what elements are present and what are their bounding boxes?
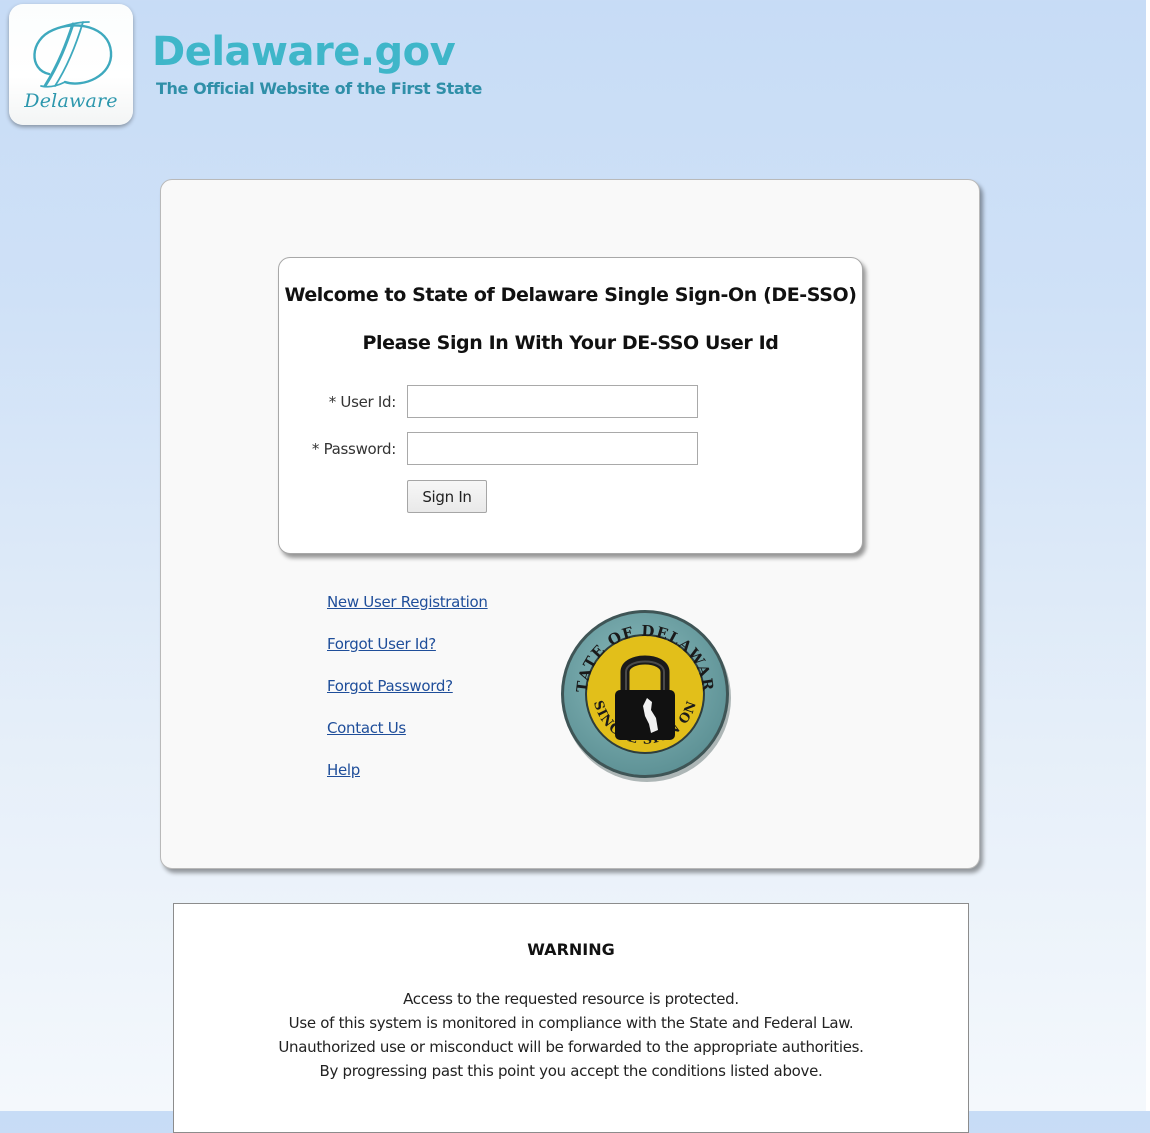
warning-line-2: Use of this system is monitored in compl… bbox=[288, 1014, 854, 1032]
warning-title: WARNING bbox=[527, 940, 615, 959]
warning-box: WARNING Access to the requested resource… bbox=[173, 903, 969, 1133]
delaware-d-monogram-icon bbox=[33, 21, 113, 88]
login-box: Welcome to State of Delaware Single Sign… bbox=[278, 257, 863, 554]
logo-wordmark: Delaware bbox=[24, 90, 118, 112]
padlock-seal-icon: STATE OF DELAWARE SINGLE SIGN ON bbox=[557, 606, 731, 782]
warning-line-3: Unauthorized use or misconduct will be f… bbox=[278, 1038, 864, 1056]
site-title[interactable]: Delaware.gov bbox=[152, 28, 456, 76]
welcome-title: Welcome to State of Delaware Single Sign… bbox=[284, 284, 857, 306]
site-tagline: The Official Website of the First State bbox=[156, 79, 482, 98]
password-input[interactable] bbox=[407, 432, 698, 465]
forgot-password-link[interactable]: Forgot Password? bbox=[327, 676, 453, 696]
help-link[interactable]: Help bbox=[327, 760, 360, 780]
forgot-user-id-link[interactable]: Forgot User Id? bbox=[327, 634, 436, 654]
new-user-registration-link[interactable]: New User Registration bbox=[327, 592, 488, 612]
password-label: * Password: bbox=[311, 440, 396, 458]
warning-line-4: By progressing past this point you accep… bbox=[319, 1062, 823, 1080]
warning-line-1: Access to the requested resource is prot… bbox=[403, 990, 739, 1008]
main-panel: Welcome to State of Delaware Single Sign… bbox=[160, 179, 980, 869]
delaware-logo[interactable]: Delaware bbox=[9, 4, 133, 125]
contact-us-link[interactable]: Contact Us bbox=[327, 718, 406, 738]
user-id-label: * User Id: bbox=[328, 393, 397, 411]
page-right-edge bbox=[1146, 0, 1150, 1111]
sign-in-button[interactable]: Sign In bbox=[407, 480, 487, 513]
signin-subtitle: Please Sign In With Your DE-SSO User Id bbox=[362, 332, 779, 354]
user-id-input[interactable] bbox=[407, 385, 698, 418]
